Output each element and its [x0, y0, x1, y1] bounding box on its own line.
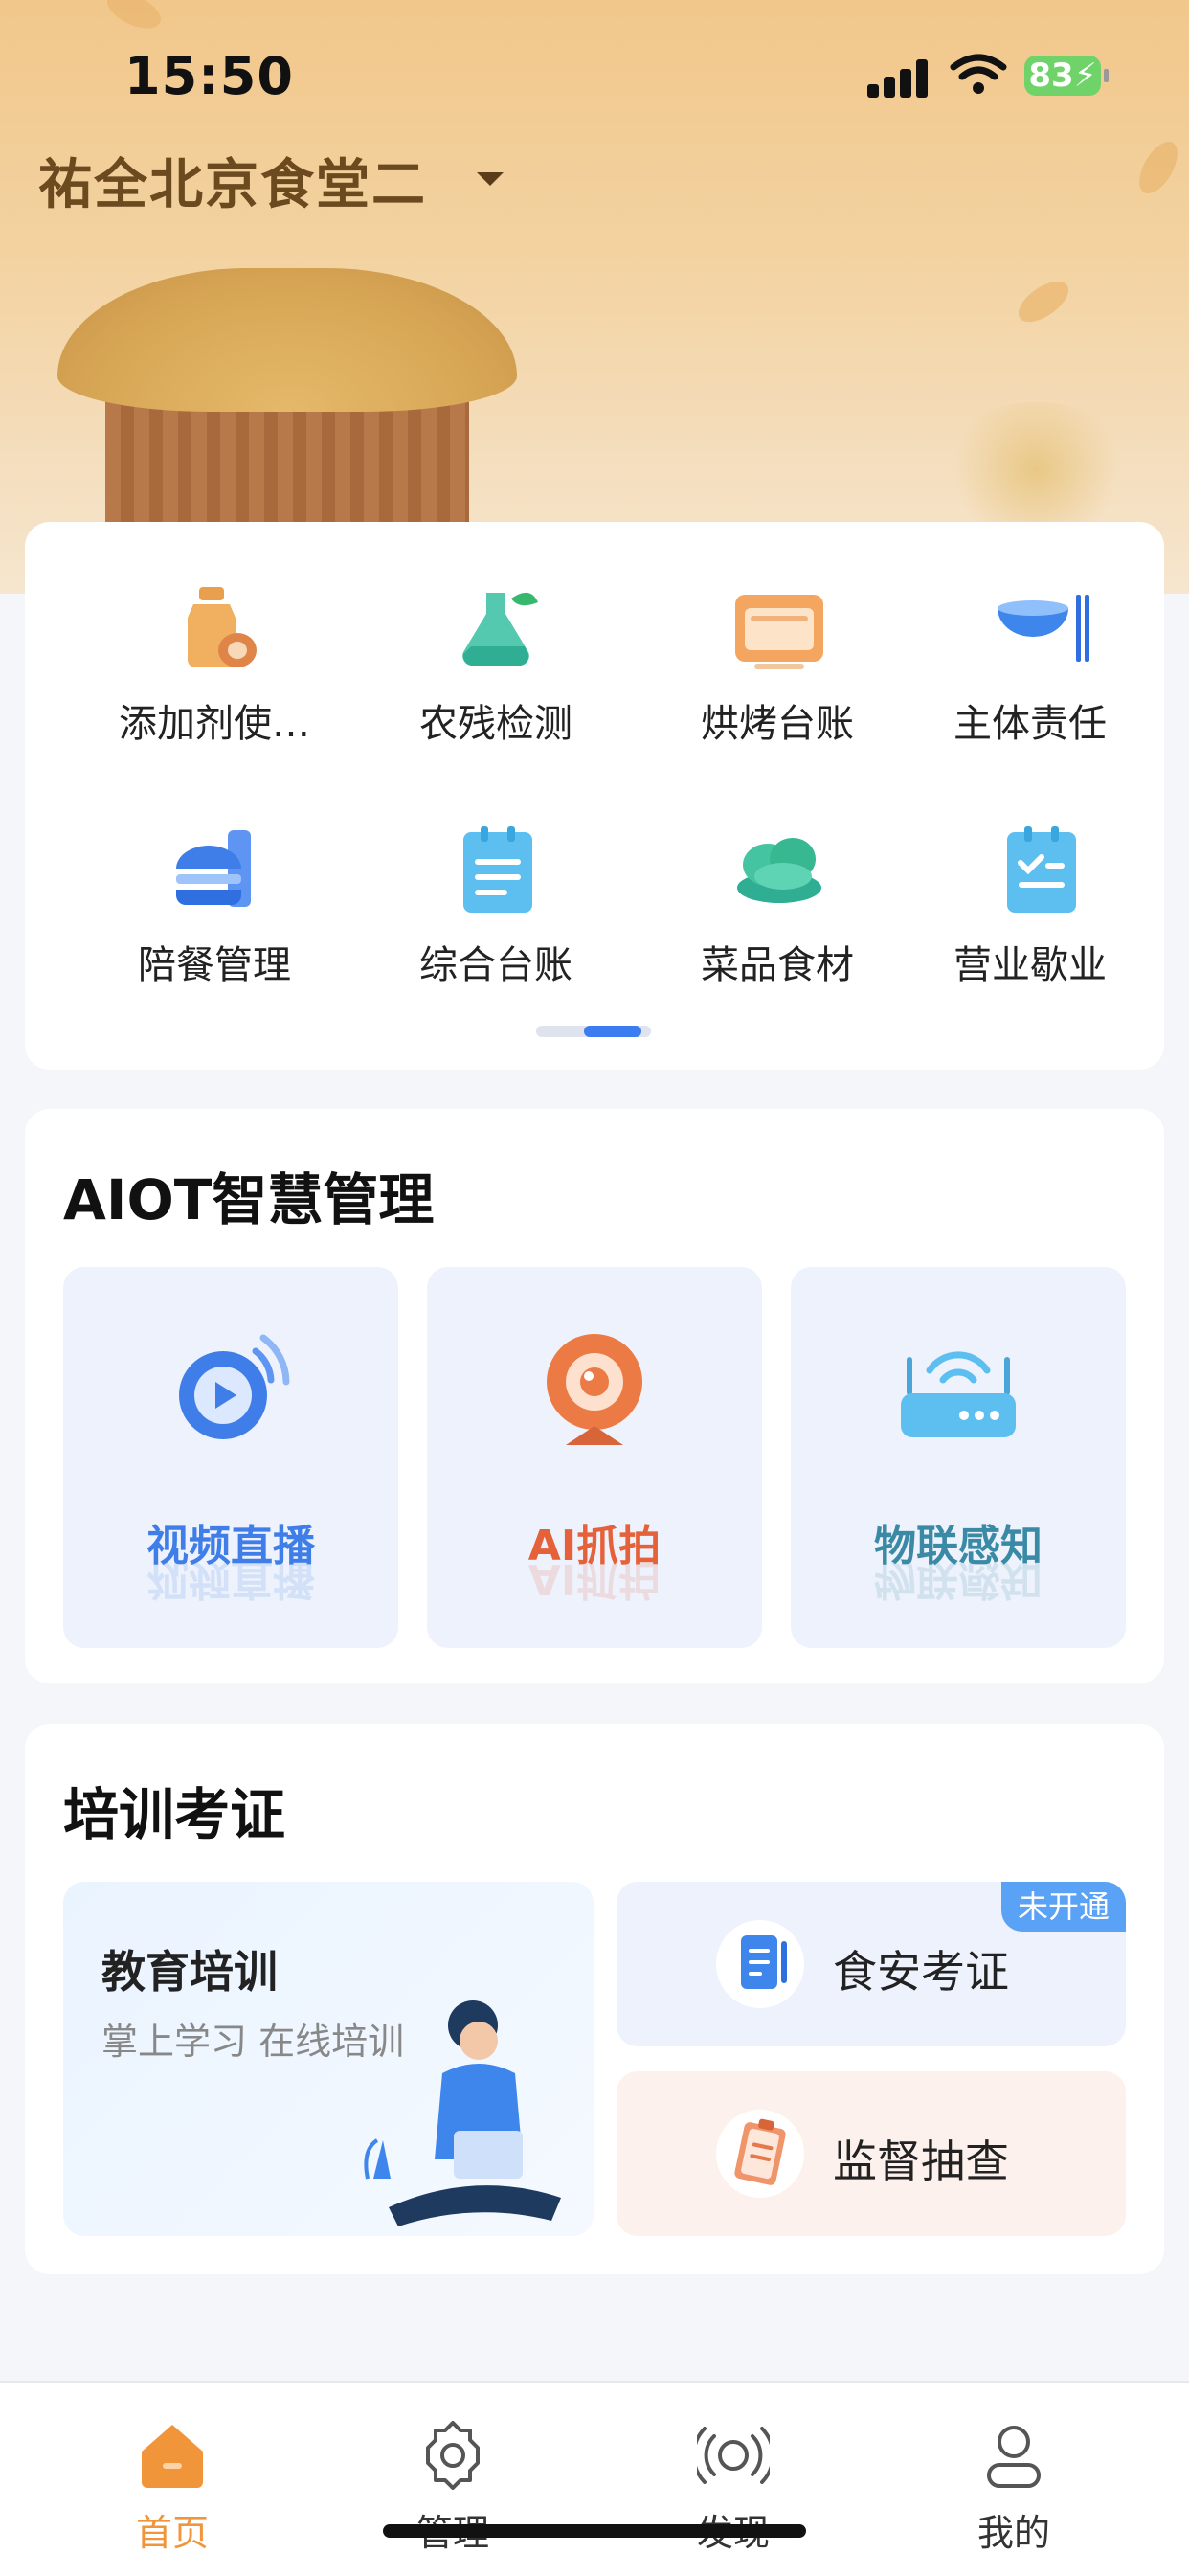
grid-item-label: 添加剂使… — [119, 702, 310, 746]
leaf-decoration — [1132, 135, 1185, 200]
leaf-decoration — [1011, 273, 1076, 330]
iot-sensing-tile[interactable]: 物联感知 物联感知 — [791, 1267, 1126, 1648]
edu-title: 教育培训 — [101, 1946, 278, 1998]
section-title: AIOT智慧管理 — [63, 1167, 435, 1232]
status-time: 15:50 — [124, 46, 294, 106]
grid-item-dish-ingredients[interactable]: 菜品食材 — [662, 821, 892, 993]
chevron-down-icon[interactable] — [477, 172, 504, 186]
video-live-tile[interactable]: 视频直播 视频直播 — [63, 1267, 398, 1648]
tile-label: 食安考证 — [833, 1946, 1009, 1998]
document-pen-icon — [716, 1920, 804, 2008]
grid-item-pesticide-test[interactable]: 农残检测 — [381, 579, 611, 752]
clipboard-inspect-icon — [716, 2110, 804, 2198]
battery-indicator: 83⚡ — [1024, 56, 1109, 96]
inspection-tile[interactable]: 监督抽查 — [617, 2071, 1126, 2236]
tile-label-reflection: 视频直播 — [146, 1554, 315, 1603]
hut-illustration — [57, 249, 517, 546]
grid-item-label: 综合台账 — [419, 943, 572, 987]
grid-item-main-responsibility[interactable]: 主体责任 — [925, 579, 1135, 752]
leaf-decoration — [101, 0, 167, 36]
quick-function-grid: 添加剂使… 农残检测 烘烤台账 主体责任 陪餐管理 综合台账 菜品食材 营业歇业 — [25, 522, 1164, 1070]
webcam-icon — [547, 1334, 642, 1445]
page-indicator — [536, 1026, 651, 1037]
tab-discover[interactable]: 发现 — [585, 2383, 882, 2576]
clipboard-check-icon — [1007, 826, 1076, 913]
training-section: 培训考证 教育培训 掌上学习 在线培训 食安考证 未开通 监督抽查 — [25, 1724, 1164, 2274]
bottom-tab-bar: 首页 管理 发现 我的 — [0, 2381, 1189, 2576]
signal-icon — [867, 59, 929, 98]
grid-item-label: 烘烤台账 — [701, 702, 854, 746]
ai-snapshot-tile[interactable]: AI抓拍 AI抓拍 — [427, 1267, 762, 1648]
wifi-icon — [950, 54, 1007, 94]
bowl-chopsticks-icon — [998, 595, 1089, 662]
battery-level: 83 — [1028, 56, 1074, 95]
status-bar: 15:50 83⚡ — [0, 46, 1189, 113]
grid-item-label: 菜品食材 — [701, 943, 854, 987]
grid-item-accompany-meal[interactable]: 陪餐管理 — [100, 821, 329, 993]
status-badge: 未开通 — [1001, 1882, 1126, 1932]
grid-item-label: 营业歇业 — [953, 943, 1107, 987]
grid-item-general-ledger[interactable]: 综合台账 — [381, 821, 611, 993]
tab-label: 首页 — [135, 2512, 209, 2554]
study-person-illustration — [364, 2000, 561, 2226]
router-icon — [901, 1351, 1016, 1437]
clipboard-icon — [463, 826, 532, 913]
tab-home[interactable]: 首页 — [24, 2383, 321, 2576]
grid-item-additive[interactable]: 添加剂使… — [100, 579, 329, 752]
gear-icon — [426, 2421, 480, 2490]
wheat-illustration — [940, 402, 1132, 536]
video-live-icon — [179, 1334, 290, 1439]
tab-manage[interactable]: 管理 — [304, 2383, 601, 2576]
burger-drink-icon — [176, 830, 251, 907]
section-title: 培训考证 — [63, 1782, 286, 1847]
broadcast-icon — [697, 2427, 770, 2484]
tile-label: 监督抽查 — [833, 2135, 1009, 2187]
flask-leaf-icon — [462, 592, 538, 666]
grid-item-business-status[interactable]: 营业歇业 — [925, 821, 1135, 993]
aiot-section: AIOT智慧管理 视频直播 视频直播 AI抓拍 AI抓拍 物联感知 物联感知 — [25, 1109, 1164, 1683]
location-selector[interactable]: 祐全北京食堂二 — [38, 142, 427, 219]
home-icon — [142, 2425, 203, 2488]
grid-item-label: 主体责任 — [953, 702, 1107, 746]
additive-bottle-icon — [188, 587, 257, 667]
tile-label-reflection: AI抓拍 — [527, 1554, 662, 1603]
tab-mine[interactable]: 我的 — [865, 2383, 1162, 2576]
tab-label: 我的 — [976, 2512, 1050, 2554]
grid-item-label: 陪餐管理 — [138, 943, 291, 987]
home-indicator — [383, 2524, 806, 2538]
grid-item-label: 农残检测 — [419, 702, 572, 746]
user-icon — [987, 2426, 1041, 2488]
vegetable-icon — [737, 838, 821, 903]
oven-icon — [735, 595, 823, 669]
grid-item-baking-ledger[interactable]: 烘烤台账 — [662, 579, 892, 752]
food-safety-exam-tile[interactable]: 食安考证 未开通 — [617, 1882, 1126, 2046]
tile-label-reflection: 物联感知 — [874, 1554, 1043, 1603]
education-training-card[interactable]: 教育培训 掌上学习 在线培训 — [63, 1882, 594, 2236]
